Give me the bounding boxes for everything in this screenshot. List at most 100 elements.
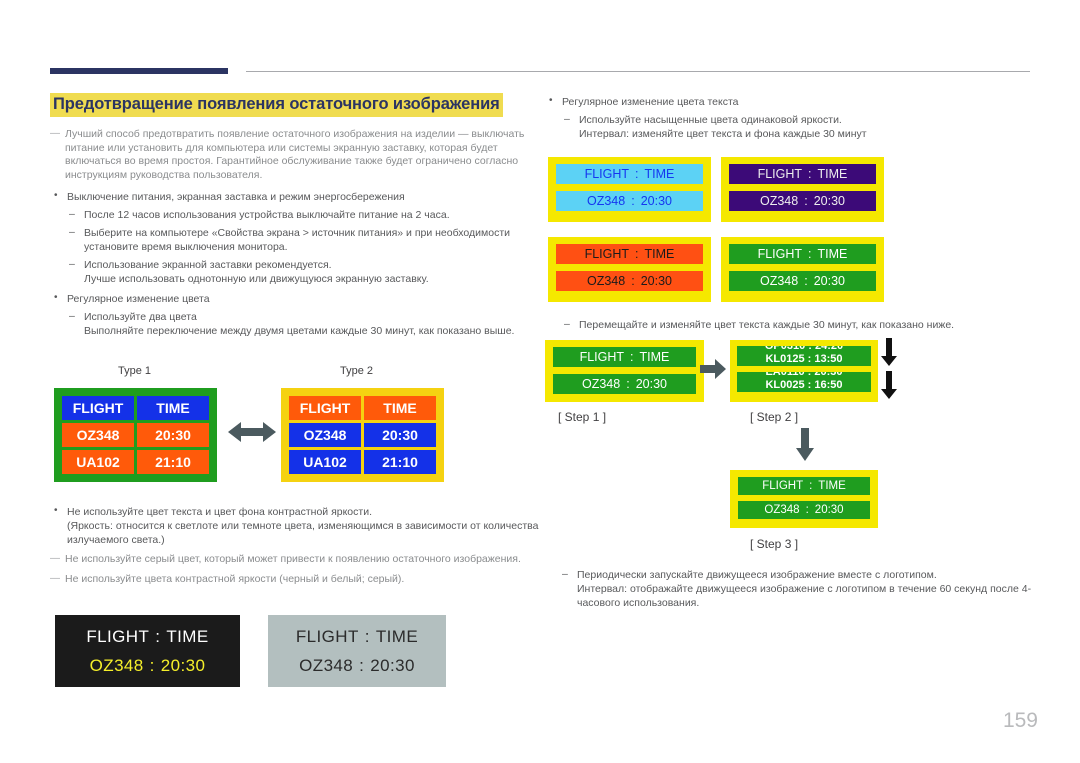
step3-flight-box: FLIGHT: TIME OZ348:20:30: [730, 470, 878, 528]
purple-row-sep: :: [804, 194, 808, 208]
dark-panel-header-time: TIME: [166, 626, 209, 646]
final-note-text: Периодически запускайте движущееся изобр…: [560, 567, 1035, 582]
gray-panel-row-flight: OZ348: [299, 655, 354, 675]
double-arrow-icon: [228, 419, 276, 445]
type1-row0-time: 20:30: [137, 423, 209, 447]
left-column: Лучший способ предотвратить появление ос…: [50, 127, 550, 338]
orange-header-flight: FLIGHT: [584, 247, 630, 261]
cyan-header-flight: FLIGHT: [584, 167, 630, 181]
step3-row: OZ348:20:30: [738, 501, 870, 519]
step2-scrolling-box: OP0310 : 24:20 KL0125 : 13:50 EA0110 : 2…: [730, 340, 878, 402]
type2-row0-time: 20:30: [364, 423, 436, 447]
intro-note: Лучший способ предотвратить появление ос…: [50, 127, 550, 182]
bullet-power-saving: Выключение питания, экранная заставка и …: [50, 189, 550, 204]
flight-panel-dark: FLIGHT: TIME OZ348: 20:30: [55, 615, 240, 687]
header-accent-bar: [50, 68, 228, 74]
gray-panel-header-time: TIME: [375, 626, 419, 646]
purple-sample-box: FLIGHT: TIME OZ348:20:30: [721, 157, 884, 222]
right-arrow-icon: [700, 358, 726, 380]
bullet-contrast-warning: Не используйте цвет текста и цвет фона к…: [50, 504, 550, 519]
dark-panel-header: FLIGHT: TIME: [86, 627, 208, 647]
step2-clip-top: OP0310 : 24:20 KL0125 : 13:50: [737, 346, 871, 366]
step-instruction-note: Перемещайте и изменяйте цвет текста кажд…: [545, 317, 1035, 332]
left-lower-notes: Не используйте цвет текста и цвет фона к…: [50, 504, 550, 586]
type2-header-time: TIME: [364, 396, 436, 420]
down-arrow-icon: [795, 428, 815, 462]
green-box-row: OZ348:20:30: [729, 271, 876, 291]
step1-header-sep: :: [630, 350, 634, 364]
table-row: UA102 21:10: [289, 450, 436, 474]
type2-row1-flight: UA102: [289, 450, 361, 474]
step1-row-flight: OZ348: [582, 377, 621, 391]
orange-box-header: FLIGHT: TIME: [556, 244, 703, 264]
sub-saturated-colors: Используйте насыщенные цвета одинаковой …: [562, 112, 1035, 127]
step2-clip-bottom: EA0110 : 20:30 KL0025 : 16:50: [737, 372, 871, 392]
bullet-text-color-change: Регулярное изменение цвета текста: [545, 94, 1035, 109]
step2-line1-top: OP0310 : 24:20: [764, 346, 844, 352]
cyan-header-sep: :: [635, 167, 639, 181]
bullet-color-change: Регулярное изменение цвета: [50, 291, 550, 306]
purple-box-row: OZ348:20:30: [729, 191, 876, 211]
cyan-box-header: FLIGHT: TIME: [556, 164, 703, 184]
orange-row-flight: OZ348: [587, 274, 626, 288]
purple-header-sep: :: [808, 167, 812, 181]
step2-line2-top: EA0110 : 20:30: [765, 372, 843, 378]
green-row-flight: OZ348: [760, 274, 799, 288]
type2-flight-table: FLIGHT TIME OZ348 20:30 UA102 21:10: [281, 388, 444, 482]
sub-screensaver-cont: Лучше использовать однотонную или движущ…: [84, 273, 429, 286]
sub-display-properties: Выберите на компьютере «Свойства экрана …: [67, 225, 550, 254]
step3-header-flight: FLIGHT: [762, 480, 804, 492]
type2-header-flight: FLIGHT: [289, 396, 361, 420]
bottom-right-note: Периодически запускайте движущееся изобр…: [560, 567, 1035, 610]
orange-header-sep: :: [635, 247, 639, 261]
cyan-header-time: TIME: [644, 167, 675, 181]
step1-row: OZ348:20:30: [553, 374, 696, 394]
green-sample-box: FLIGHT: TIME OZ348:20:30: [721, 237, 884, 302]
purple-row-flight: OZ348: [760, 194, 799, 208]
step1-header-time: TIME: [639, 350, 670, 364]
note-gray-color: Не используйте серый цвет, который может…: [50, 552, 550, 567]
dark-panel-header-sep: :: [155, 626, 161, 646]
type1-row0-flight: OZ348: [62, 423, 134, 447]
table-row: OZ348 20:30: [62, 423, 209, 447]
green-header-flight: FLIGHT: [757, 247, 803, 261]
header-rules: [50, 68, 1030, 74]
cyan-row-sep: :: [631, 194, 635, 208]
green-header-time: TIME: [817, 247, 848, 261]
step3-header: FLIGHT: TIME: [738, 477, 870, 495]
final-note-cont: Интервал: отображайте движущееся изображ…: [577, 583, 1032, 609]
step1-row-sep: :: [626, 377, 630, 391]
down-arrows-icon: [880, 338, 898, 400]
gray-panel-row-sep: :: [359, 655, 365, 675]
sub-saturated-colors-cont: Интервал: изменяйте цвет текста и фона к…: [579, 128, 867, 140]
cyan-row-flight: OZ348: [587, 194, 626, 208]
step3-row-time: 20:30: [814, 504, 844, 516]
purple-header-time: TIME: [817, 167, 848, 181]
step1-flight-box: FLIGHT: TIME OZ348:20:30: [545, 340, 704, 402]
sub-two-colors-cont: Выполняйте переключение между двумя цвет…: [84, 325, 515, 338]
step1-header: FLIGHT: TIME: [553, 347, 696, 367]
step-note-text: Перемещайте и изменяйте цвет текста кажд…: [562, 317, 1035, 332]
type1-flight-table: FLIGHT TIME OZ348 20:30 UA102 21:10: [54, 388, 217, 482]
dark-panel-row-time: 20:30: [160, 655, 206, 675]
header-divider-line: [246, 71, 1030, 72]
type1-row1-time: 21:10: [137, 450, 209, 474]
step3-label: [ Step 3 ]: [750, 537, 799, 551]
right-column: Регулярное изменение цвета текста Исполь…: [545, 94, 1035, 141]
gray-panel-header: FLIGHT: TIME: [296, 627, 418, 647]
dark-panel-row-flight: OZ348: [89, 655, 144, 675]
bullet-contrast-cont: (Яркость: относится к светлоте или темно…: [67, 520, 539, 546]
sub-two-colors: Используйте два цвета: [67, 309, 550, 324]
type2-label: Type 2: [340, 365, 374, 377]
sub-screensaver: Использование экранной заставки рекоменд…: [67, 257, 550, 272]
step3-row-flight: OZ348: [764, 504, 800, 516]
gray-panel-header-flight: FLIGHT: [295, 626, 359, 646]
orange-header-time: TIME: [644, 247, 675, 261]
step3-header-sep: :: [809, 480, 813, 492]
orange-sample-box: FLIGHT: TIME OZ348:20:30: [548, 237, 711, 302]
cyan-box-row: OZ348:20:30: [556, 191, 703, 211]
type2-row1-time: 21:10: [364, 450, 436, 474]
type-labels-row: Type 1 Type 2: [50, 365, 470, 381]
table-row: UA102 21:10: [62, 450, 209, 474]
page-title: Предотвращение появления остаточного изо…: [50, 93, 503, 117]
